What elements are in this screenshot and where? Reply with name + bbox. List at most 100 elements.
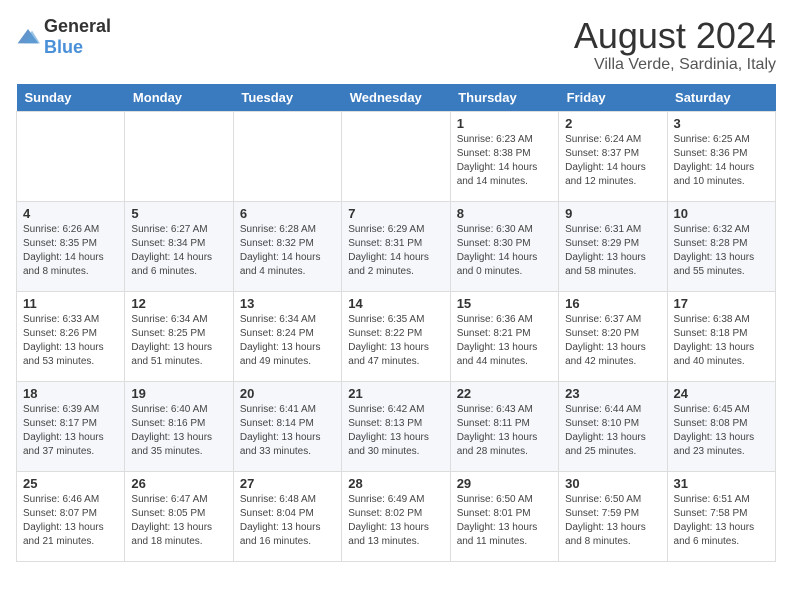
day-number: 18	[23, 386, 118, 401]
day-number: 10	[674, 206, 769, 221]
calendar-cell: 9Sunrise: 6:31 AM Sunset: 8:29 PM Daylig…	[559, 201, 667, 291]
day-number: 4	[23, 206, 118, 221]
logo-text: General Blue	[44, 16, 111, 58]
calendar-header: SundayMondayTuesdayWednesdayThursdayFrid…	[17, 84, 776, 112]
calendar-cell: 10Sunrise: 6:32 AM Sunset: 8:28 PM Dayli…	[667, 201, 775, 291]
day-info: Sunrise: 6:34 AM Sunset: 8:24 PM Dayligh…	[240, 313, 335, 369]
calendar-cell	[342, 111, 450, 201]
day-number: 30	[565, 476, 660, 491]
day-number: 22	[457, 386, 552, 401]
day-info: Sunrise: 6:45 AM Sunset: 8:08 PM Dayligh…	[674, 403, 769, 459]
day-info: Sunrise: 6:40 AM Sunset: 8:16 PM Dayligh…	[131, 403, 226, 459]
calendar-cell	[125, 111, 233, 201]
day-info: Sunrise: 6:36 AM Sunset: 8:21 PM Dayligh…	[457, 313, 552, 369]
day-info: Sunrise: 6:46 AM Sunset: 8:07 PM Dayligh…	[23, 493, 118, 549]
day-number: 21	[348, 386, 443, 401]
calendar-cell: 17 Sunrise: 6:38 AM Sunset: 8:18 PM Dayli…	[667, 291, 775, 381]
calendar-cell: 16 Sunrise: 6:37 AM Sunset: 8:20 PM Dayli…	[559, 291, 667, 381]
weekday-header-row: SundayMondayTuesdayWednesdayThursdayFrid…	[17, 84, 776, 112]
day-info: Sunrise: 6:50 AM Sunset: 8:01 PM Dayligh…	[457, 493, 552, 549]
day-info: Sunrise: 6:26 AM Sunset: 8:35 PM Dayligh…	[23, 223, 118, 279]
calendar-cell: 7Sunrise: 6:29 AM Sunset: 8:31 PM Daylig…	[342, 201, 450, 291]
day-info: Sunrise: 6:41 AM Sunset: 8:14 PM Dayligh…	[240, 403, 335, 459]
day-info: Sunrise: 6:25 AM Sunset: 8:36 PM Dayligh…	[674, 133, 769, 189]
day-number: 11	[23, 296, 118, 311]
title-area: August 2024 Villa Verde, Sardinia, Italy	[574, 16, 776, 74]
day-number: 3	[674, 116, 769, 131]
calendar-cell: 8 Sunrise: 6:30 AM Sunset: 8:30 PM Daylig…	[450, 201, 558, 291]
calendar-week-4: 18 Sunrise: 6:39 AM Sunset: 8:17 PM Dayli…	[17, 381, 776, 471]
day-info: Sunrise: 6:37 AM Sunset: 8:20 PM Dayligh…	[565, 313, 660, 369]
calendar-cell: 24 Sunrise: 6:45 AM Sunset: 8:08 PM Dayli…	[667, 381, 775, 471]
day-info: Sunrise: 6:35 AM Sunset: 8:22 PM Dayligh…	[348, 313, 443, 369]
calendar-cell: 5 Sunrise: 6:27 AM Sunset: 8:34 PM Daylig…	[125, 201, 233, 291]
day-info: Sunrise: 6:24 AM Sunset: 8:37 PM Dayligh…	[565, 133, 660, 189]
weekday-header-tuesday: Tuesday	[233, 84, 341, 112]
day-number: 9	[565, 206, 660, 221]
weekday-header-friday: Friday	[559, 84, 667, 112]
day-number: 16	[565, 296, 660, 311]
calendar-week-2: 4 Sunrise: 6:26 AM Sunset: 8:35 PM Daylig…	[17, 201, 776, 291]
day-info: Sunrise: 6:29 AM Sunset: 8:31 PM Dayligh…	[348, 223, 443, 279]
logo: General Blue	[16, 16, 111, 58]
day-number: 6	[240, 206, 335, 221]
calendar-cell: 2 Sunrise: 6:24 AM Sunset: 8:37 PM Daylig…	[559, 111, 667, 201]
calendar-cell: 19 Sunrise: 6:40 AM Sunset: 8:16 PM Dayli…	[125, 381, 233, 471]
calendar-cell: 30Sunrise: 6:50 AM Sunset: 7:59 PM Dayli…	[559, 471, 667, 561]
day-info: Sunrise: 6:28 AM Sunset: 8:32 PM Dayligh…	[240, 223, 335, 279]
location-title: Villa Verde, Sardinia, Italy	[574, 56, 776, 74]
calendar-cell: 25 Sunrise: 6:46 AM Sunset: 8:07 PM Dayli…	[17, 471, 125, 561]
logo-general: General	[44, 16, 111, 36]
calendar-cell: 21 Sunrise: 6:42 AM Sunset: 8:13 PM Dayli…	[342, 381, 450, 471]
day-info: Sunrise: 6:38 AM Sunset: 8:18 PM Dayligh…	[674, 313, 769, 369]
day-info: Sunrise: 6:47 AM Sunset: 8:05 PM Dayligh…	[131, 493, 226, 549]
calendar-cell: 15Sunrise: 6:36 AM Sunset: 8:21 PM Dayli…	[450, 291, 558, 381]
calendar-week-1: 1Sunrise: 6:23 AM Sunset: 8:38 PM Daylig…	[17, 111, 776, 201]
day-info: Sunrise: 6:39 AM Sunset: 8:17 PM Dayligh…	[23, 403, 118, 459]
calendar-cell: 27Sunrise: 6:48 AM Sunset: 8:04 PM Dayli…	[233, 471, 341, 561]
page-header: General Blue August 2024 Villa Verde, Sa…	[16, 16, 776, 74]
calendar-cell: 26Sunrise: 6:47 AM Sunset: 8:05 PM Dayli…	[125, 471, 233, 561]
day-number: 14	[348, 296, 443, 311]
day-info: Sunrise: 6:42 AM Sunset: 8:13 PM Dayligh…	[348, 403, 443, 459]
month-title: August 2024	[574, 16, 776, 56]
day-info: Sunrise: 6:30 AM Sunset: 8:30 PM Dayligh…	[457, 223, 552, 279]
calendar-cell	[233, 111, 341, 201]
day-number: 25	[23, 476, 118, 491]
day-info: Sunrise: 6:34 AM Sunset: 8:25 PM Dayligh…	[131, 313, 226, 369]
calendar-cell: 14 Sunrise: 6:35 AM Sunset: 8:22 PM Dayli…	[342, 291, 450, 381]
day-number: 24	[674, 386, 769, 401]
day-info: Sunrise: 6:43 AM Sunset: 8:11 PM Dayligh…	[457, 403, 552, 459]
weekday-header-thursday: Thursday	[450, 84, 558, 112]
day-number: 2	[565, 116, 660, 131]
calendar-cell	[17, 111, 125, 201]
calendar-cell: 18 Sunrise: 6:39 AM Sunset: 8:17 PM Dayli…	[17, 381, 125, 471]
calendar-week-5: 25 Sunrise: 6:46 AM Sunset: 8:07 PM Dayli…	[17, 471, 776, 561]
calendar-cell: 23Sunrise: 6:44 AM Sunset: 8:10 PM Dayli…	[559, 381, 667, 471]
calendar-cell: 29 Sunrise: 6:50 AM Sunset: 8:01 PM Dayli…	[450, 471, 558, 561]
day-info: Sunrise: 6:49 AM Sunset: 8:02 PM Dayligh…	[348, 493, 443, 549]
day-number: 1	[457, 116, 552, 131]
calendar-cell: 31Sunrise: 6:51 AM Sunset: 7:58 PM Dayli…	[667, 471, 775, 561]
day-number: 17	[674, 296, 769, 311]
calendar-cell: 20Sunrise: 6:41 AM Sunset: 8:14 PM Dayli…	[233, 381, 341, 471]
day-info: Sunrise: 6:27 AM Sunset: 8:34 PM Dayligh…	[131, 223, 226, 279]
weekday-header-wednesday: Wednesday	[342, 84, 450, 112]
calendar-table: SundayMondayTuesdayWednesdayThursdayFrid…	[16, 84, 776, 562]
day-number: 5	[131, 206, 226, 221]
day-number: 27	[240, 476, 335, 491]
day-info: Sunrise: 6:44 AM Sunset: 8:10 PM Dayligh…	[565, 403, 660, 459]
day-number: 29	[457, 476, 552, 491]
day-number: 8	[457, 206, 552, 221]
calendar-cell: 6 Sunrise: 6:28 AM Sunset: 8:32 PM Daylig…	[233, 201, 341, 291]
day-number: 31	[674, 476, 769, 491]
calendar-cell: 3 Sunrise: 6:25 AM Sunset: 8:36 PM Daylig…	[667, 111, 775, 201]
logo-blue: Blue	[44, 37, 83, 57]
calendar-cell: 28Sunrise: 6:49 AM Sunset: 8:02 PM Dayli…	[342, 471, 450, 561]
calendar-cell: 12Sunrise: 6:34 AM Sunset: 8:25 PM Dayli…	[125, 291, 233, 381]
calendar-body: 1Sunrise: 6:23 AM Sunset: 8:38 PM Daylig…	[17, 111, 776, 561]
calendar-cell: 1Sunrise: 6:23 AM Sunset: 8:38 PM Daylig…	[450, 111, 558, 201]
weekday-header-saturday: Saturday	[667, 84, 775, 112]
day-number: 19	[131, 386, 226, 401]
calendar-cell: 4 Sunrise: 6:26 AM Sunset: 8:35 PM Daylig…	[17, 201, 125, 291]
